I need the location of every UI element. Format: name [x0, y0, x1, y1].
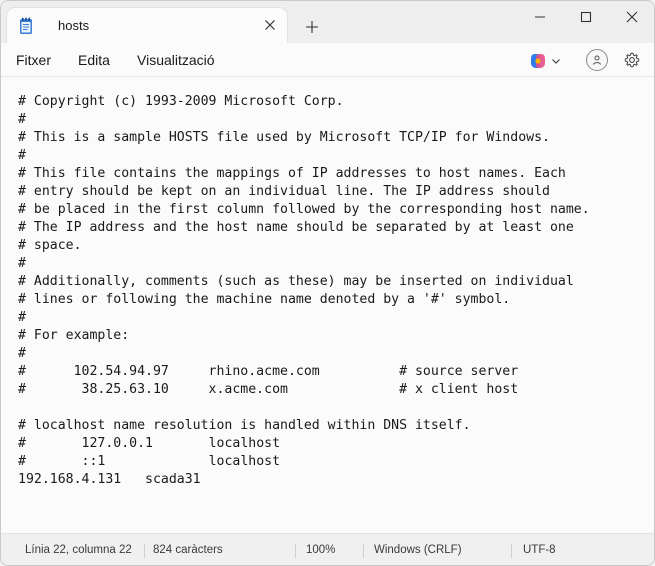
editor-line: #	[18, 310, 26, 325]
character-count: 824 caràcters	[153, 544, 223, 556]
editor-line: #	[18, 112, 26, 127]
editor-line: #	[18, 346, 26, 361]
chevron-down-icon	[552, 59, 560, 64]
editor-content[interactable]: # Copyright (c) 1993-2009 Microsoft Corp…	[18, 93, 590, 489]
editor-line: # This is a sample HOSTS file used by Mi…	[18, 130, 550, 145]
editor-line: # localhost name resolution is handled w…	[18, 418, 471, 433]
new-tab-icon[interactable]	[301, 16, 323, 38]
editor-line: # Additionally, comments (such as these)…	[18, 274, 574, 289]
status-divider	[511, 544, 512, 558]
notepad-icon	[19, 17, 33, 35]
encoding[interactable]: UTF-8	[523, 544, 556, 556]
text-editor[interactable]: # Copyright (c) 1993-2009 Microsoft Corp…	[1, 77, 654, 533]
minimize-icon[interactable]	[517, 5, 563, 29]
editor-line: # 102.54.94.97 rhino.acme.com # source s…	[18, 364, 519, 379]
editor-line: #	[18, 256, 26, 271]
editor-line: # lines or following the machine name de…	[18, 292, 511, 307]
notepad-window: hosts Fitxer Edita Visualització # Copyr…	[0, 0, 655, 566]
gear-icon[interactable]	[621, 49, 643, 71]
editor-line: # ::1 localhost	[18, 454, 281, 469]
status-divider	[295, 544, 296, 558]
menu-edit[interactable]: Edita	[78, 52, 110, 68]
status-divider	[144, 544, 145, 558]
editor-line: # Copyright (c) 1993-2009 Microsoft Corp…	[18, 94, 344, 109]
editor-line: 192.168.4.131 scada31	[18, 472, 201, 487]
editor-line: #	[18, 148, 26, 163]
close-tab-icon[interactable]	[259, 14, 281, 36]
cursor-position: Línia 22, columna 22	[25, 544, 132, 556]
maximize-icon[interactable]	[563, 5, 609, 29]
copilot-icon	[531, 54, 545, 68]
editor-line: # entry should be kept on an individual …	[18, 184, 550, 199]
menu-bar: Fitxer Edita Visualització	[1, 43, 654, 77]
editor-line: # space.	[18, 238, 82, 253]
close-window-icon[interactable]	[609, 5, 654, 29]
editor-line: # This file contains the mappings of IP …	[18, 166, 566, 181]
menu-view[interactable]: Visualització	[137, 52, 215, 68]
status-divider	[363, 544, 364, 558]
menu-file[interactable]: Fitxer	[16, 52, 51, 68]
account-avatar-icon[interactable]	[586, 49, 608, 71]
tab-title: hosts	[58, 18, 90, 33]
title-bar: hosts	[1, 1, 654, 43]
line-ending[interactable]: Windows (CRLF)	[374, 544, 462, 556]
editor-line: # For example:	[18, 328, 130, 343]
status-bar: Línia 22, columna 22 824 caràcters 100% …	[1, 533, 654, 565]
editor-line: # The IP address and the host name shoul…	[18, 220, 574, 235]
editor-line: # be placed in the first column followed…	[18, 202, 590, 217]
editor-line: # 127.0.0.1 localhost	[18, 436, 281, 451]
zoom-level[interactable]: 100%	[306, 544, 335, 556]
copilot-button[interactable]	[529, 52, 571, 70]
editor-line: # 38.25.63.10 x.acme.com # x client host	[18, 382, 519, 397]
tab-hosts[interactable]: hosts	[7, 8, 287, 43]
